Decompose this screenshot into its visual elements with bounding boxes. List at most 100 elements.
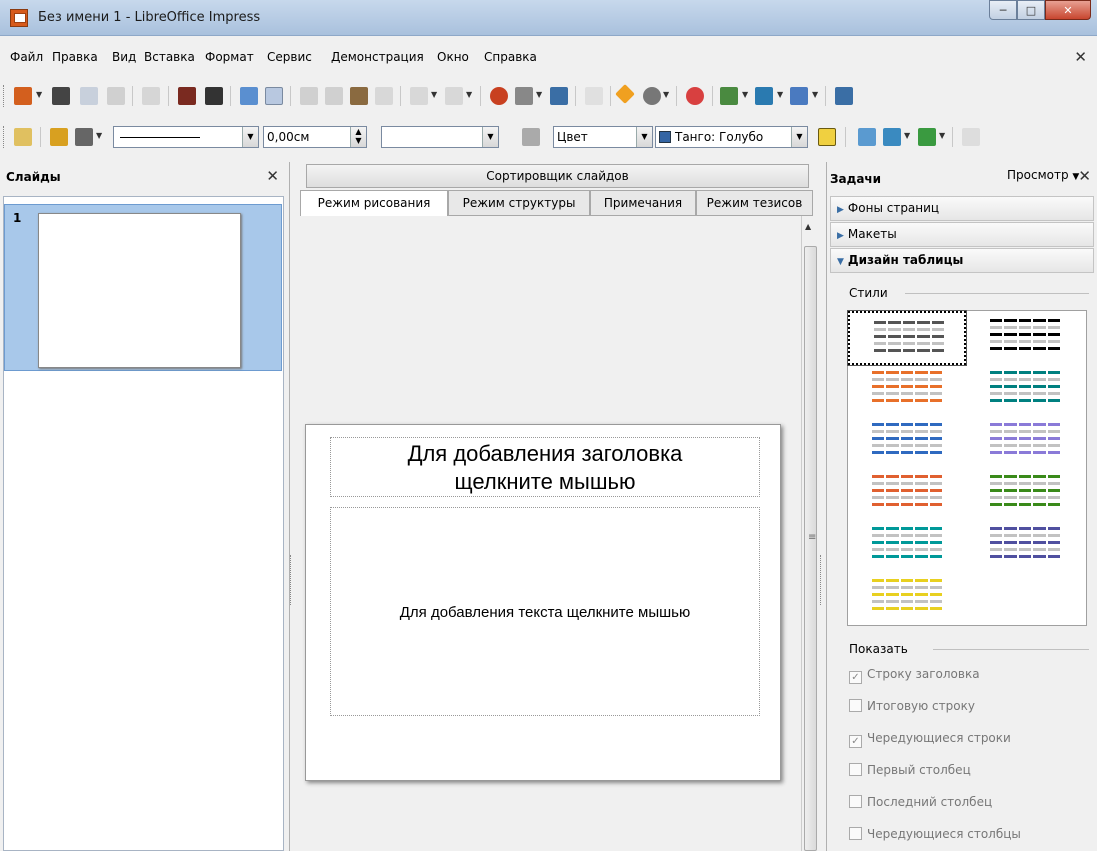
checkbox-icon[interactable] xyxy=(849,699,862,712)
cut-icon[interactable] xyxy=(300,87,318,105)
arrange-dropdown-icon[interactable]: ▼ xyxy=(939,131,945,140)
save-icon[interactable] xyxy=(80,87,98,105)
grid-icon[interactable] xyxy=(585,87,603,105)
table-style-thumbnail[interactable] xyxy=(848,415,966,469)
slide-icon[interactable] xyxy=(720,87,738,105)
close-document-icon[interactable]: ✕ xyxy=(1074,48,1087,66)
maximize-button[interactable]: □ xyxy=(1017,0,1045,20)
toolbar-grip[interactable] xyxy=(3,126,6,148)
chart-icon[interactable] xyxy=(490,87,508,105)
duplicate-slide-icon[interactable] xyxy=(790,87,808,105)
spinner-icon[interactable]: ▲ ▼ xyxy=(350,127,366,147)
arrange-icon[interactable] xyxy=(918,128,936,146)
right-splitter-handle[interactable] xyxy=(820,555,823,605)
option-banded-rows[interactable]: ✓ Чередующиеся строки xyxy=(849,731,1011,748)
menu-window[interactable]: Окно xyxy=(437,50,469,64)
open-icon[interactable] xyxy=(52,87,70,105)
option-first-column[interactable]: Первый столбец xyxy=(849,763,971,777)
option-header-row[interactable]: ✓ Строку заголовка xyxy=(849,667,980,684)
checkbox-icon[interactable] xyxy=(849,763,862,776)
section-table-design[interactable]: ▼ Дизайн таблицы xyxy=(830,248,1094,273)
slide-canvas[interactable]: Для добавления заголовка щелкните мышью … xyxy=(300,216,801,851)
slide-sorter-button[interactable]: Сортировщик слайдов xyxy=(306,164,809,188)
chevron-down-icon[interactable]: ▼ xyxy=(636,127,652,147)
tasks-view-menu[interactable]: Просмотр ▼ xyxy=(1007,168,1079,182)
table-style-thumbnail[interactable] xyxy=(966,363,1084,417)
minimize-button[interactable]: ─ xyxy=(989,0,1017,20)
checkbox-icon[interactable]: ✓ xyxy=(849,671,862,684)
scroll-up-icon[interactable]: ▲ xyxy=(805,222,811,231)
slide-thumbnail[interactable] xyxy=(38,213,241,368)
layout-dropdown-icon[interactable]: ▼ xyxy=(777,90,783,99)
checkbox-icon[interactable] xyxy=(849,827,862,840)
slideshow-icon[interactable] xyxy=(835,87,853,105)
area-icon[interactable] xyxy=(522,128,540,146)
tab-notes-view[interactable]: Примечания xyxy=(590,190,696,216)
option-total-row[interactable]: Итоговую строку xyxy=(849,699,975,713)
menu-insert[interactable]: Вставка xyxy=(144,50,195,64)
slide-layout-icon[interactable] xyxy=(755,87,773,105)
menu-tools[interactable]: Сервис xyxy=(267,50,312,64)
line-width-field[interactable]: 0,00см ▲ ▼ xyxy=(263,126,367,148)
navigator-icon[interactable] xyxy=(615,84,635,104)
copy-icon[interactable] xyxy=(325,87,343,105)
zoom-icon[interactable] xyxy=(643,87,661,105)
slides-list[interactable]: 1 xyxy=(3,196,284,851)
redo-icon[interactable] xyxy=(445,87,463,105)
table-styles-gallery[interactable] xyxy=(847,310,1087,626)
arrow-style-dropdown-icon[interactable]: ▼ xyxy=(96,131,102,140)
chevron-down-icon[interactable]: ▼ xyxy=(242,127,258,147)
edit-file-icon[interactable] xyxy=(142,87,160,105)
menu-format[interactable]: Формат xyxy=(205,50,254,64)
tab-drawing-view[interactable]: Режим рисования xyxy=(300,190,448,217)
close-tasks-panel-icon[interactable]: ✕ xyxy=(1078,167,1091,185)
section-master-pages[interactable]: ▶ Фоны страниц xyxy=(830,196,1094,221)
email-icon[interactable] xyxy=(107,87,125,105)
table-dropdown-icon[interactable]: ▼ xyxy=(536,90,542,99)
option-last-column[interactable]: Последний столбец xyxy=(849,795,992,809)
vertical-scrollbar[interactable]: ▲ ≡ xyxy=(801,216,818,851)
menu-edit[interactable]: Правка xyxy=(52,50,98,64)
shadow-icon[interactable] xyxy=(818,128,836,146)
slide-dropdown-icon[interactable]: ▼ xyxy=(742,90,748,99)
close-slides-panel-icon[interactable]: ✕ xyxy=(266,167,279,185)
arrow-style-icon[interactable] xyxy=(75,128,93,146)
area-color-select[interactable]: Танго: Голубо ▼ xyxy=(655,126,808,148)
redo-dropdown-icon[interactable]: ▼ xyxy=(466,90,472,99)
tab-outline-view[interactable]: Режим структуры xyxy=(448,190,590,216)
table-style-thumbnail[interactable] xyxy=(848,363,966,417)
new-document-icon[interactable] xyxy=(14,87,32,105)
tab-handout-view[interactable]: Режим тезисов xyxy=(696,190,813,216)
checkbox-icon[interactable] xyxy=(849,795,862,808)
close-window-button[interactable]: ✕ xyxy=(1045,0,1091,20)
line-icon[interactable] xyxy=(50,128,68,146)
menu-help[interactable]: Справка xyxy=(484,50,537,64)
checkbox-icon[interactable]: ✓ xyxy=(849,735,862,748)
spellcheck-icon[interactable] xyxy=(240,87,258,105)
table-style-thumbnail[interactable] xyxy=(966,519,1084,573)
new-dropdown-icon[interactable]: ▼ xyxy=(36,90,42,99)
line-style-select[interactable]: ▼ xyxy=(113,126,259,148)
slide[interactable]: Для добавления заголовка щелкните мышью … xyxy=(305,424,781,781)
table-style-thumbnail[interactable] xyxy=(848,467,966,521)
image-icon[interactable] xyxy=(550,87,568,105)
title-bar[interactable]: Без имени 1 - LibreOffice Impress ─ □ ✕ xyxy=(0,0,1097,36)
option-banded-columns[interactable]: Чередующиеся столбцы xyxy=(849,827,1021,841)
scrollbar-thumb[interactable]: ≡ xyxy=(804,246,817,851)
align-icon[interactable] xyxy=(883,128,901,146)
table-style-thumbnail[interactable] xyxy=(966,467,1084,521)
styles-icon[interactable] xyxy=(14,128,32,146)
help-icon[interactable] xyxy=(686,87,704,105)
menu-view[interactable]: Вид xyxy=(112,50,136,64)
autospellcheck-icon[interactable] xyxy=(265,87,283,105)
menu-slideshow[interactable]: Демонстрация xyxy=(331,50,424,64)
table-style-thumbnail[interactable] xyxy=(966,311,1084,365)
paste-icon[interactable] xyxy=(350,87,368,105)
slide-thumbnail-item[interactable]: 1 xyxy=(4,204,282,371)
area-style-select[interactable]: Цвет ▼ xyxy=(553,126,653,148)
clone-formatting-icon[interactable] xyxy=(375,87,393,105)
menu-file[interactable]: Файл xyxy=(10,50,43,64)
title-placeholder[interactable]: Для добавления заголовка щелкните мышью xyxy=(330,437,760,497)
table-icon[interactable] xyxy=(515,87,533,105)
table-style-thumbnail[interactable] xyxy=(848,571,966,625)
